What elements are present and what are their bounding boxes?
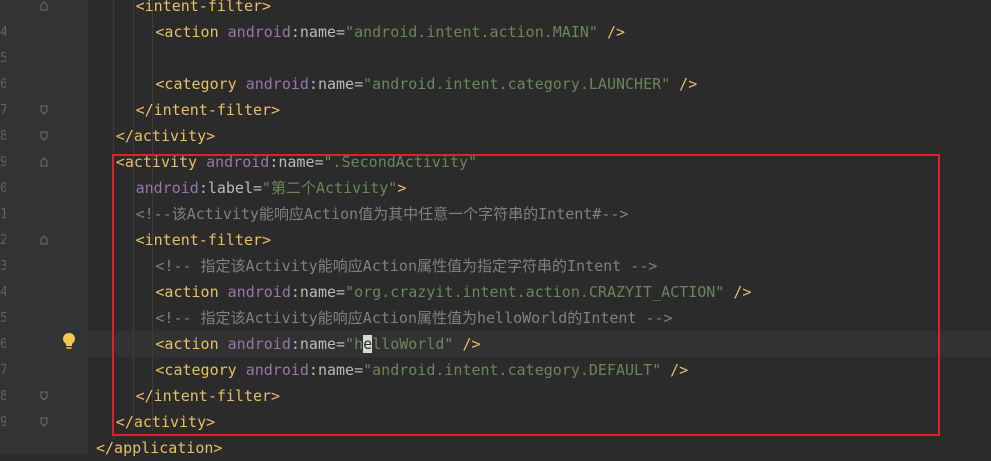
fold-marker-icon[interactable] <box>40 235 48 245</box>
code-token: <action <box>155 23 228 41</box>
fold-marker-icon[interactable] <box>40 105 48 115</box>
code-line[interactable]: <action android:name="android.intent.act… <box>96 19 625 45</box>
line-number: 4 <box>0 285 6 300</box>
line-number: 9 <box>0 155 6 170</box>
code-token: "android.intent.action.MAIN" <box>345 23 598 41</box>
code-token: </application> <box>96 439 223 457</box>
line-number: 7 <box>0 103 6 118</box>
code-token: :name= <box>308 75 364 93</box>
fold-marker-icon[interactable] <box>40 131 48 141</box>
code-token: <intent-filter> <box>135 0 272 15</box>
fold-marker-icon[interactable] <box>40 417 48 427</box>
fold-marker-icon[interactable] <box>40 157 48 167</box>
intention-bulb-icon[interactable] <box>62 332 76 350</box>
highlight-annotation-box <box>112 154 940 436</box>
code-token: /> <box>670 75 698 93</box>
line-number: 5 <box>0 51 6 66</box>
line-number: 0 <box>0 181 6 196</box>
code-token: :name= <box>290 23 346 41</box>
line-number: 7 <box>0 363 6 378</box>
code-token: </activity> <box>115 127 216 145</box>
code-token: android <box>227 23 291 41</box>
line-number: 3 <box>0 259 6 274</box>
line-number: 4 <box>0 25 6 40</box>
code-token: android <box>245 75 309 93</box>
code-token: /> <box>597 23 626 41</box>
fold-marker-icon[interactable] <box>40 1 48 11</box>
line-number: 2 <box>0 233 6 248</box>
code-line[interactable]: </application> <box>96 435 222 461</box>
code-line[interactable]: <category android:name="android.intent.c… <box>96 71 697 97</box>
line-number: 5 <box>0 311 6 326</box>
line-number: 6 <box>0 337 6 352</box>
code-line[interactable]: </intent-filter> <box>96 97 281 123</box>
code-line[interactable]: </activity> <box>96 123 215 149</box>
line-number: 1 <box>0 207 6 222</box>
code-line[interactable]: <intent-filter> <box>96 0 271 19</box>
code-token: <category <box>155 75 246 93</box>
line-number: 9 <box>0 415 6 430</box>
editor-gutter <box>0 0 88 454</box>
code-token: "android.intent.category.LAUNCHER" <box>363 75 671 93</box>
line-number: 6 <box>0 77 6 92</box>
line-number: 8 <box>0 389 6 404</box>
code-token: </intent-filter> <box>135 101 281 119</box>
line-number: 8 <box>0 129 6 144</box>
fold-marker-icon[interactable] <box>40 391 48 401</box>
